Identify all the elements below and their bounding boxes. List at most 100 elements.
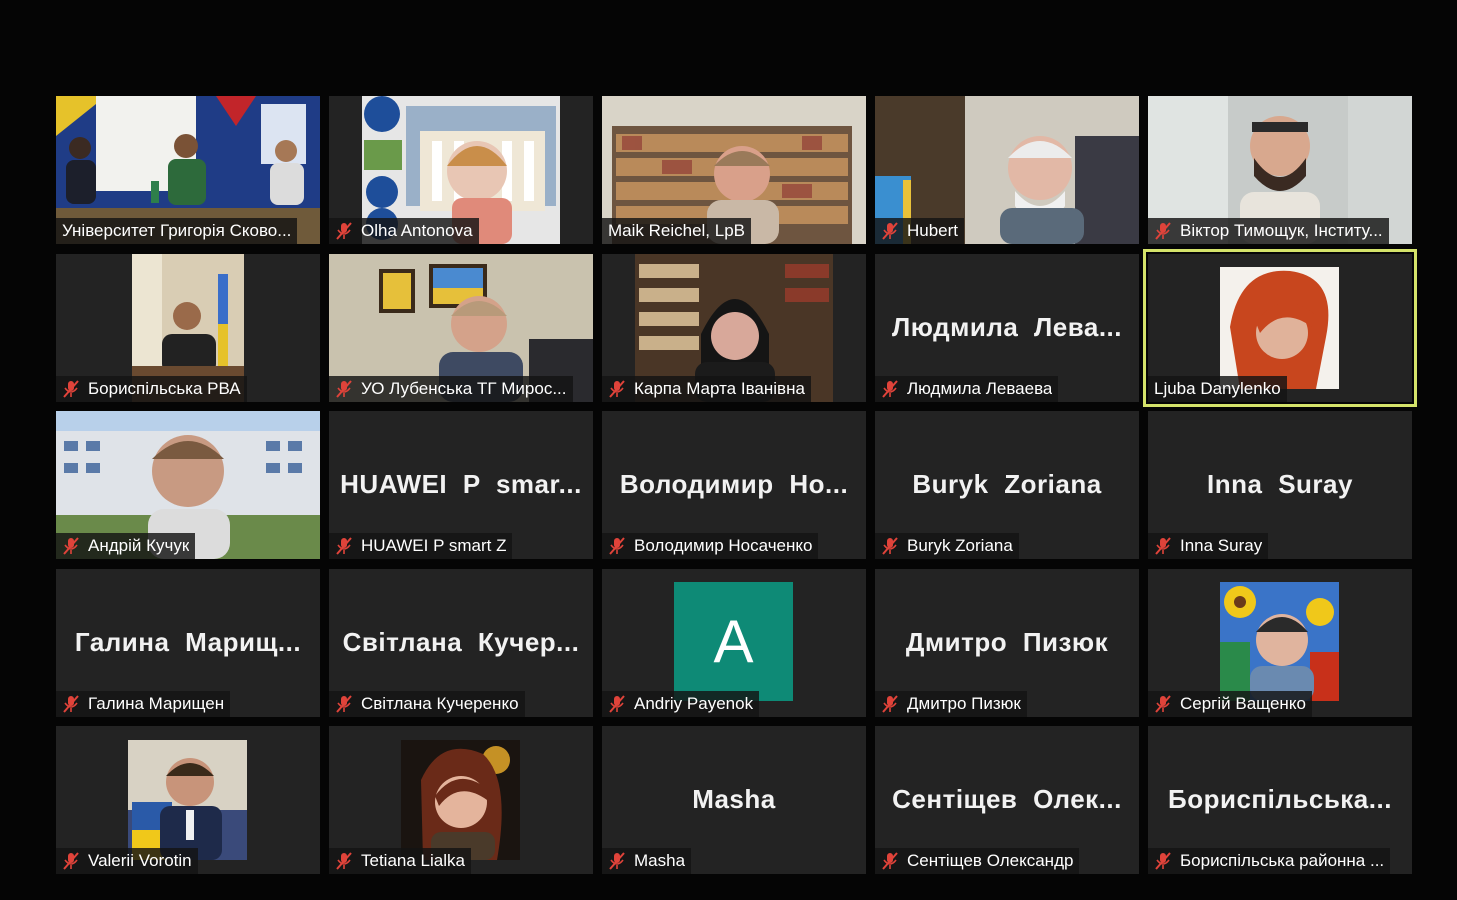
muted-mic-icon — [63, 537, 79, 555]
participant-nameplate: Бориспільська районна ... — [1148, 848, 1391, 874]
muted-mic-icon — [882, 852, 898, 870]
muted-mic-icon — [63, 380, 79, 398]
muted-mic-icon — [336, 222, 352, 240]
participant-tile[interactable]: HUAWEI P smar... HUAWEI P smart Z — [329, 411, 593, 559]
participant-name: Галина Марищен — [88, 694, 225, 713]
participant-nameplate: Сергій Ващенко — [1148, 691, 1312, 717]
participant-nameplate: Світлана Кучеренко — [329, 691, 525, 717]
participant-nameplate: Valerii Vorotin — [56, 848, 198, 874]
participant-tile[interactable]: Olha Antonova — [329, 96, 593, 244]
participant-tile[interactable]: Володимир Но... Володимир Носаченко — [602, 411, 866, 559]
muted-mic-icon — [1155, 222, 1171, 240]
participant-name: Людмила Леваева — [907, 379, 1053, 398]
participant-nameplate: Андрій Кучук — [56, 533, 196, 559]
participant-nameplate: Володимир Носаченко — [602, 533, 819, 559]
participant-nameplate: Maik Reichel, LpB — [602, 218, 752, 244]
participant-display-name: Світлана Кучер... — [342, 627, 580, 657]
participant-name: Andriy Payenok — [634, 694, 754, 713]
participant-nameplate: УО Лубенська ТГ Мирос... — [329, 376, 573, 402]
participant-nameplate: Hubert — [875, 218, 965, 244]
participant-name: Віктор Тимощук, Інститу... — [1180, 221, 1383, 240]
participant-display-name: Masha — [692, 784, 776, 814]
participant-tile[interactable]: Світлана Кучер... Світлана Кучеренко — [329, 569, 593, 717]
participant-name: Inna Suray — [1180, 536, 1263, 555]
participant-nameplate: HUAWEI P smart Z — [329, 533, 513, 559]
participant-tile[interactable]: Людмила Лева... Людмила Леваева — [875, 254, 1139, 402]
participant-video — [401, 740, 520, 860]
muted-mic-icon — [336, 537, 352, 555]
participant-nameplate: Buryk Zoriana — [875, 533, 1019, 559]
participant-nameplate: Сентіщев Олександр — [875, 848, 1080, 874]
participant-nameplate: Людмила Леваева — [875, 376, 1059, 402]
participant-nameplate: Inna Suray — [1148, 533, 1269, 559]
participant-display-name: Володимир Но... — [619, 469, 849, 499]
participant-name: Ljuba Danylenko — [1154, 379, 1281, 398]
participant-name: HUAWEI P smart Z — [361, 536, 507, 555]
participant-nameplate: Університет Григорія Сково... — [56, 218, 298, 244]
participant-display-name: Inna Suray — [1207, 469, 1353, 499]
participant-display-name: HUAWEI P smar... — [340, 469, 582, 499]
participant-nameplate: Ljuba Danylenko — [1148, 376, 1287, 402]
muted-mic-icon — [336, 852, 352, 870]
participant-nameplate: Карпа Марта Іванівна — [602, 376, 811, 402]
muted-mic-icon — [609, 537, 625, 555]
participant-name: Olha Antonova — [361, 221, 473, 240]
participant-tile[interactable]: Tetiana Lialka — [329, 726, 593, 874]
muted-mic-icon — [336, 380, 352, 398]
participant-display-name: Людмила Лева... — [892, 312, 1122, 342]
participant-name: Університет Григорія Сково... — [62, 221, 292, 240]
participant-name: Андрій Кучук — [88, 536, 190, 555]
participant-nameplate: Andriy Payenok — [602, 691, 760, 717]
participant-name: Masha — [634, 851, 686, 870]
participant-name: Володимир Носаченко — [634, 536, 813, 555]
muted-mic-icon — [1155, 695, 1171, 713]
participant-tile[interactable]: Віктор Тимощук, Інститу... — [1148, 96, 1412, 244]
participant-tile[interactable]: Hubert — [875, 96, 1139, 244]
participant-display-name: Сентіщев Олек... — [892, 784, 1122, 814]
participant-name: Бориспільська районна ... — [1180, 851, 1385, 870]
participant-name: Дмитро Пизюк — [907, 694, 1021, 713]
participant-nameplate: Olha Antonova — [329, 218, 479, 244]
participant-tile[interactable]: Галина Марищ... Галина Марищен — [56, 569, 320, 717]
participant-tile[interactable]: Бориспільська РВА — [56, 254, 320, 402]
active-speaker-tile[interactable]: Ljuba Danylenko — [1143, 249, 1417, 407]
participant-tile[interactable]: Buryk Zoriana Buryk Zoriana — [875, 411, 1139, 559]
participant-video — [1220, 267, 1339, 389]
participant-tile[interactable]: Андрій Кучук — [56, 411, 320, 559]
participant-nameplate: Дмитро Пизюк — [875, 691, 1027, 717]
participant-name: Сергій Ващенко — [1180, 694, 1306, 713]
participant-nameplate: Masha — [602, 848, 692, 874]
participant-nameplate: Бориспільська РВА — [56, 376, 247, 402]
participant-tile[interactable]: Карпа Марта Іванівна — [602, 254, 866, 402]
participant-name: Maik Reichel, LpB — [608, 221, 746, 240]
participant-tile[interactable]: Сентіщев Олек... Сентіщев Олександр — [875, 726, 1139, 874]
participant-tile[interactable]: Університет Григорія Сково... — [56, 96, 320, 244]
participant-video — [1220, 582, 1339, 701]
avatar: A — [674, 582, 793, 701]
muted-mic-icon — [609, 852, 625, 870]
participant-display-name: Дмитро Пизюк — [905, 627, 1109, 657]
muted-mic-icon — [882, 222, 898, 240]
participant-tile[interactable]: Inna Suray Inna Suray — [1148, 411, 1412, 559]
participant-name: Tetiana Lialka — [361, 851, 465, 870]
participant-tile[interactable]: Дмитро Пизюк Дмитро Пизюк — [875, 569, 1139, 717]
participant-name: Карпа Марта Іванівна — [634, 379, 805, 398]
participant-tile[interactable]: Masha Masha — [602, 726, 866, 874]
participant-tile[interactable]: A Andriy Payenok — [602, 569, 866, 717]
participant-name: Сентіщев Олександр — [907, 851, 1074, 870]
participant-tile[interactable]: Maik Reichel, LpB — [602, 96, 866, 244]
muted-mic-icon — [63, 695, 79, 713]
participant-video — [128, 740, 247, 860]
muted-mic-icon — [336, 695, 352, 713]
participant-name: УО Лубенська ТГ Мирос... — [361, 379, 567, 398]
participant-nameplate: Tetiana Lialka — [329, 848, 471, 874]
participant-nameplate: Галина Марищен — [56, 691, 231, 717]
participant-tile[interactable]: УО Лубенська ТГ Мирос... — [329, 254, 593, 402]
muted-mic-icon — [609, 695, 625, 713]
muted-mic-icon — [882, 537, 898, 555]
participant-tile[interactable]: Сергій Ващенко — [1148, 569, 1412, 717]
participant-nameplate: Віктор Тимощук, Інститу... — [1148, 218, 1389, 244]
participant-tile[interactable]: Valerii Vorotin — [56, 726, 320, 874]
participant-tile[interactable]: Бориспільська... Бориспільська районна .… — [1148, 726, 1412, 874]
participant-display-name: Бориспільська... — [1168, 784, 1392, 814]
